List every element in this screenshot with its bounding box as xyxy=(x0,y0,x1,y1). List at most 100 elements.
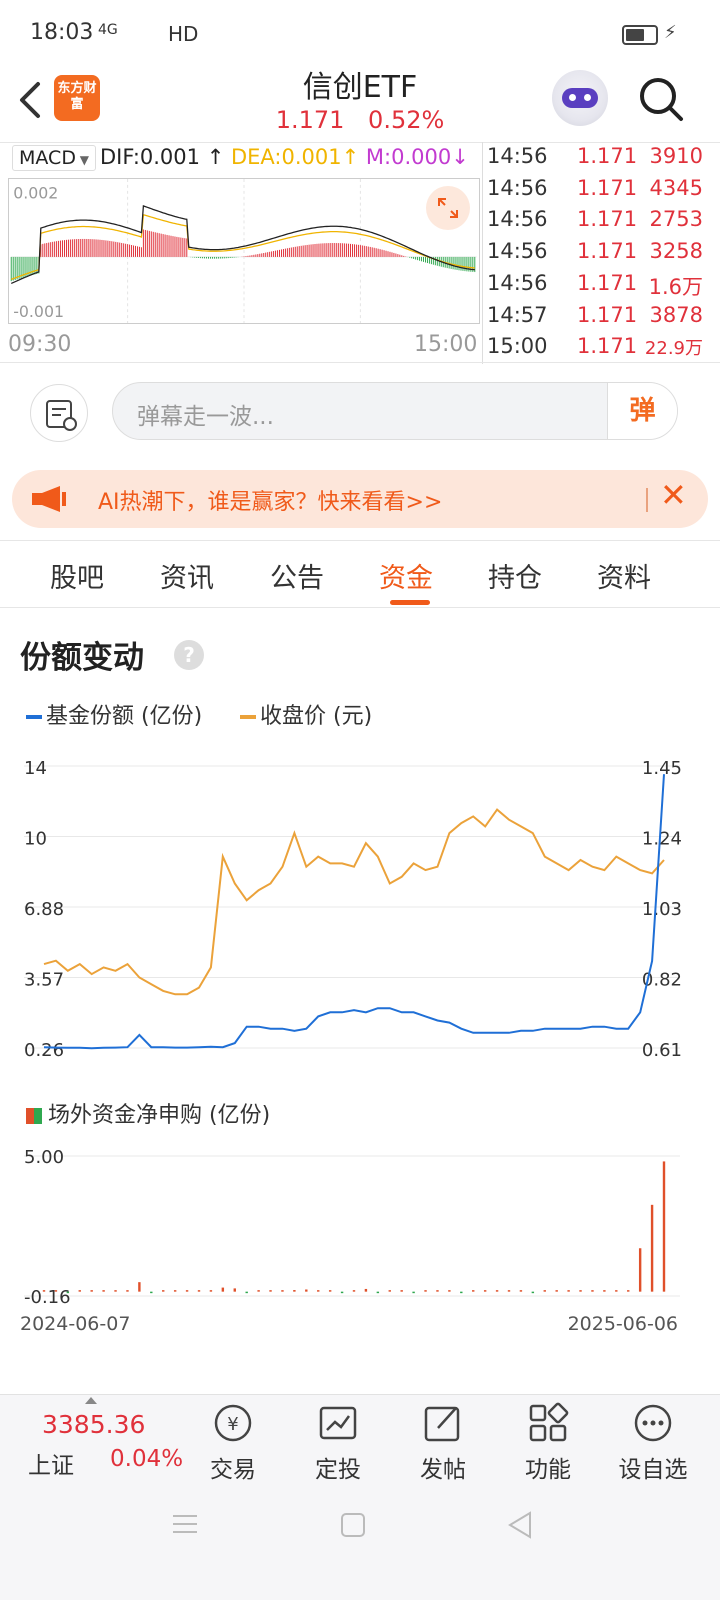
trade-time: 14:56 xyxy=(487,175,548,200)
legend-close: 收盘价 (元) xyxy=(240,698,372,730)
flow-bar xyxy=(328,1290,332,1292)
fund-share-line xyxy=(43,774,665,1050)
right-axis-tick: 1.45 xyxy=(642,758,682,779)
danmu-settings-button[interactable] xyxy=(30,384,88,442)
change-percent: 0.52% xyxy=(368,106,445,134)
net-subscription-chart[interactable]: 5.00 -0.16 2024-06-07 2025-06-06 xyxy=(0,1140,720,1340)
help-icon[interactable]: ? xyxy=(174,640,204,670)
charging-icon: ⚡ xyxy=(664,22,677,43)
trade-row: 14:56 1.171 3910 xyxy=(483,144,720,176)
trade-price: 1.171 xyxy=(577,239,638,264)
trade-row: 14:56 1.171 1.6万 xyxy=(483,271,720,303)
trade-button[interactable]: ¥ 交易 xyxy=(188,1402,278,1488)
flow-bar xyxy=(507,1290,511,1292)
active-tab-indicator xyxy=(390,600,430,605)
flow-bar xyxy=(281,1290,284,1292)
trade-volume: 3258 xyxy=(649,239,703,264)
trade-time: 14:56 xyxy=(487,270,548,295)
trade-volume: 3910 xyxy=(649,144,703,168)
flow-bar xyxy=(138,1282,141,1292)
tab-3[interactable]: 资金 xyxy=(379,556,433,595)
left-axis-tick: 0.26 xyxy=(24,1040,64,1061)
m-value: M:0.000 xyxy=(365,145,452,169)
home-icon[interactable] xyxy=(340,1512,366,1538)
expand-chart-button[interactable] xyxy=(426,186,470,230)
flow-bar xyxy=(567,1290,570,1292)
y-tick: -0.16 xyxy=(24,1287,71,1308)
flow-bar xyxy=(66,1291,70,1294)
right-axis-tick: 1.24 xyxy=(642,829,682,850)
signal-icon: 4G xyxy=(98,22,118,38)
up-arrow-icon xyxy=(85,1397,97,1404)
flow-bar xyxy=(519,1290,523,1292)
trade-icon: ¥ xyxy=(214,1404,252,1442)
index-name[interactable]: 上证 xyxy=(28,1446,74,1480)
flow-bar xyxy=(233,1288,236,1292)
ai-assistant-avatar[interactable] xyxy=(552,70,608,126)
index-change[interactable]: 0.04% xyxy=(110,1446,183,1472)
flow-bar xyxy=(460,1291,463,1294)
flow-bar xyxy=(162,1290,165,1292)
macd-values: DIF:0.001 ↑ DEA:0.001↑ M:0.000↓ xyxy=(100,145,469,169)
chart-divider xyxy=(0,362,720,363)
flow-bar xyxy=(424,1290,427,1292)
flow-bar xyxy=(543,1290,546,1292)
trade-price: 1.171 xyxy=(577,175,638,200)
flow-bar xyxy=(436,1290,439,1292)
banner-close-icon[interactable]: ✕ xyxy=(660,476,687,514)
tab-5[interactable]: 资料 xyxy=(597,556,651,595)
flow-bar xyxy=(388,1290,391,1292)
promo-banner[interactable]: AI热潮下，谁是赢家？快来看看>> ✕ xyxy=(12,470,708,528)
flow-bar xyxy=(269,1290,272,1292)
tab-0[interactable]: 股吧 xyxy=(50,556,104,595)
trade-ticker-list[interactable]: 14:56 1.171 3910 14:56 1.171 4345 14:56 1.171 27… xyxy=(482,142,720,364)
dea-value: DEA:0.001 xyxy=(230,145,342,169)
megaphone-icon xyxy=(32,486,66,512)
back-nav-icon[interactable] xyxy=(506,1510,534,1540)
functions-button[interactable]: 功能 xyxy=(503,1402,593,1488)
trade-row: 14:57 1.171 3878 xyxy=(483,303,720,335)
share-change-chart[interactable]: 14 1.4510 1.246.88 1.033.57 0.820.26 0.61 xyxy=(0,750,720,1070)
status-bar: 18:03 4G HD ⚡ xyxy=(0,0,720,70)
trade-volume: 1.6万 xyxy=(648,274,703,299)
grid-icon xyxy=(529,1402,569,1442)
indicator-select[interactable]: MACD ▼ xyxy=(12,145,96,171)
trade-price: 1.171 xyxy=(577,302,638,327)
svg-text:¥: ¥ xyxy=(227,1414,238,1435)
flow-bar xyxy=(42,1290,46,1292)
flow-bar xyxy=(364,1288,368,1292)
left-axis-tick: 6.88 xyxy=(24,899,64,920)
more-icon xyxy=(634,1404,672,1442)
add-watchlist-button[interactable]: 设自选 xyxy=(608,1402,698,1488)
search-icon[interactable] xyxy=(638,76,684,122)
tab-2[interactable]: 公告 xyxy=(270,556,324,595)
macd-chart[interactable]: 0.002 -0.001 xyxy=(8,178,480,324)
flow-bar xyxy=(376,1291,380,1294)
flow-bar xyxy=(221,1287,225,1292)
trade-row: 14:56 1.171 4345 xyxy=(483,176,720,208)
trade-time: 14:56 xyxy=(487,144,548,168)
legend-flow: 场外资金净申购 (亿份) xyxy=(26,1097,270,1129)
danmu-input[interactable]: 弹幕走一波... 弹 xyxy=(112,382,678,440)
post-button[interactable]: 发帖 xyxy=(398,1402,488,1488)
index-value[interactable]: 3385.36 xyxy=(42,1410,145,1439)
flow-bar xyxy=(114,1290,117,1292)
menu-icon[interactable] xyxy=(170,1512,200,1536)
auto-invest-button[interactable]: 定投 xyxy=(293,1402,383,1488)
right-axis-tick: 1.03 xyxy=(642,899,682,920)
y-tick: 5.00 xyxy=(24,1147,64,1168)
flow-bar xyxy=(579,1290,582,1292)
danmu-placeholder: 弹幕走一波... xyxy=(137,404,274,430)
trade-row: 14:56 1.171 3258 xyxy=(483,239,720,271)
battery-icon xyxy=(622,25,658,45)
time-close-label: 15:00 xyxy=(414,332,478,357)
page-title: 信创ETF xyxy=(302,70,418,105)
trade-row: 14:56 1.171 2753 xyxy=(483,207,720,239)
flow-bar xyxy=(102,1290,105,1292)
flow-bar xyxy=(90,1290,93,1292)
flow-bar xyxy=(627,1290,630,1292)
danmu-send-button[interactable]: 弹 xyxy=(607,383,677,439)
price-quote: 1.171 0.52% xyxy=(0,106,720,134)
tab-1[interactable]: 资讯 xyxy=(160,556,214,595)
tab-4[interactable]: 持仓 xyxy=(488,556,542,595)
